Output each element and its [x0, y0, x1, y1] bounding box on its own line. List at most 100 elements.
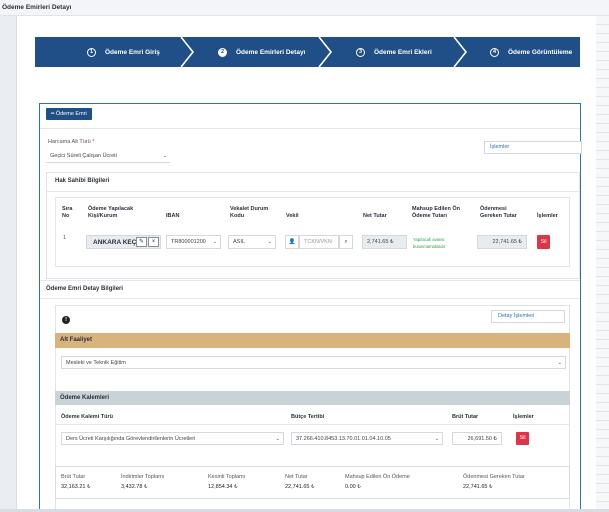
divider: [40, 128, 580, 129]
butce-select[interactable]: 37.266.410.8453.13.70.01.01.04.10.05 ⌄: [291, 432, 443, 445]
mahsup-note: Yapılacak avansı bulunmamaktadır: [413, 237, 446, 249]
th-vekalet: Vekalet Durum Kodu: [230, 206, 269, 219]
chevron-down-icon: ⌄: [557, 360, 562, 366]
harcama-select[interactable]: Geçici Süreli Çalışan Ücreti ⌄: [46, 151, 170, 163]
summary-indirimler: İndirimler Toplamı 3,432.78 ₺: [121, 472, 164, 492]
alt-faaliyet-value: Mesleki ve Teknik Eğitim: [66, 360, 126, 366]
th-odenmesi: Ödenmesi Gereken Tutar: [480, 206, 517, 219]
odeme-emri-button-label: Ödeme Emri: [55, 111, 87, 117]
islemler-button[interactable]: İşlemler: [484, 141, 582, 154]
summary-label: Kesinti Toplamı: [208, 474, 246, 480]
chevron-down-icon: ⌄: [212, 239, 217, 245]
step-number: 4: [490, 47, 499, 57]
delete-kalem-button[interactable]: Sil: [516, 432, 529, 445]
close-icon: ×: [151, 239, 156, 245]
th-butce: Bütçe Tertibi: [291, 414, 325, 420]
page-title: Ödeme Emirleri Detayı: [2, 4, 72, 11]
lira-icon: ₺: [489, 484, 493, 490]
chevron-down-icon: ⌄: [275, 436, 280, 442]
lira-icon: ₺: [518, 239, 523, 245]
th-kalem-islemler: İşlemler: [513, 414, 534, 420]
step-1[interactable]: 1 Ödeme Emri Giriş: [87, 37, 160, 67]
top-bar: Ödeme Emirleri Detayı: [0, 0, 609, 16]
hak-sahibi-title: Hak Sahibi Bilgileri: [55, 178, 110, 184]
alt-faaliyet-header: Alt Faaliyet: [55, 333, 570, 348]
lira-icon: ₺: [493, 436, 498, 442]
summary-value: 12,854.34: [208, 484, 233, 490]
net-tutar-field: 2,741.65 ₺: [362, 235, 407, 249]
info-icon: !: [62, 316, 70, 324]
divider: [40, 298, 580, 299]
vekil-placeholder: TCKN/VKN: [304, 239, 332, 245]
wizard-stepper: 1 Ödeme Emri Giriş 2 Ödeme Emirleri Deta…: [35, 37, 580, 67]
summary-label: Net Tutar: [285, 474, 308, 480]
divider: [55, 424, 570, 425]
summary-kesinti: Kesinti Toplamı 12,854.34 ₺: [208, 472, 245, 492]
chevron-down-icon: ⌄: [267, 239, 272, 245]
harcama-value: Geçici Süreli Çalışan Ücreti: [50, 153, 117, 159]
step-number: 2: [218, 47, 227, 57]
step-number: 3: [356, 47, 365, 57]
edit-icon: ✎: [138, 239, 145, 245]
detay-islemleri-button[interactable]: Detay İşlemleri: [491, 310, 565, 323]
summary-value: 0.00: [345, 484, 356, 490]
step-2[interactable]: 2 Ödeme Emirleri Detayı: [218, 37, 305, 67]
th-kalem-turu: Ödeme Kalemi Türü: [61, 414, 113, 420]
brut-value: 26,691.50: [467, 436, 492, 442]
vekil-search-button[interactable]: ⌕: [339, 235, 353, 249]
iban-select[interactable]: TR800001200 ⌄: [166, 235, 221, 249]
alt-faaliyet-select[interactable]: Mesleki ve Teknik Eğitim ⌄: [61, 356, 566, 369]
right-panel: [596, 16, 609, 512]
step-label: Ödeme Emri Giriş: [105, 48, 160, 56]
vekalet-value: ASIL: [233, 239, 245, 245]
summary-value: 32,163.21: [61, 484, 86, 490]
step-4[interactable]: 4 Ödeme Görüntüleme: [490, 37, 572, 67]
lira-icon: ₺: [234, 484, 238, 490]
user-plus-icon: 👤: [288, 239, 296, 245]
divider: [40, 280, 580, 281]
th-iban: IBAN: [166, 213, 180, 219]
odeme-emri-button[interactable]: ━ Ödeme Emri: [46, 108, 92, 120]
detay-islemleri-label: Detay İşlemleri: [498, 313, 535, 319]
summary-value: 22,741.65: [463, 484, 488, 490]
required-mark: *: [92, 139, 95, 145]
lira-icon: ₺: [389, 239, 394, 245]
step-label: Ödeme Görüntüleme: [508, 48, 573, 56]
step-label: Ödeme Emirleri Detayı: [236, 48, 306, 56]
edit-button[interactable]: ✎: [136, 237, 147, 247]
vekil-user-button[interactable]: 👤: [285, 235, 299, 249]
kalem-turu-value: Ders Ücreti Karşılığında Görevlendirilen…: [66, 436, 196, 442]
odenmesi-value: 22,741.65: [492, 239, 517, 245]
chevron-separator-icon: [318, 37, 332, 67]
vekalet-select[interactable]: ASIL ⌄: [228, 235, 276, 249]
summary-label: Ödenmesi Gereken Tutar: [463, 474, 525, 480]
th-sira: Sıra No: [62, 206, 73, 219]
step-number: 1: [87, 47, 96, 57]
detay-title: Ödeme Emri Detay Bilgileri: [46, 286, 124, 292]
brut-input[interactable]: 26,691.50 ₺: [452, 432, 502, 445]
harcama-label-text: Harcama Alt Türü: [48, 139, 91, 145]
search-icon: ⌕: [344, 239, 348, 245]
clear-button[interactable]: ×: [148, 237, 159, 247]
lira-icon: ₺: [87, 484, 91, 490]
summary-net: Net Tutar 22,741.65 ₺: [285, 472, 315, 492]
kalemleri-header: Ödeme Kalemleri: [55, 391, 570, 405]
chevron-separator-icon: [453, 37, 467, 67]
step-3[interactable]: 3 Ödeme Emri Ekleri: [356, 37, 432, 67]
step-label: Ödeme Emri Ekleri: [374, 48, 432, 56]
lira-icon: ₺: [357, 484, 361, 490]
summary-mahsup: Mahsup Edilen Ön Ödeme 0.00 ₺: [345, 472, 410, 492]
th-kisi: Ödeme Yapılacak Kişi/Kurum: [88, 206, 134, 219]
vekil-input[interactable]: TCKN/VKN: [299, 235, 339, 249]
odenmesi-field: 22,741.65 ₺: [477, 235, 527, 249]
kalem-turu-select[interactable]: Ders Ücreti Karşılığında Görevlendirilen…: [61, 432, 284, 445]
th-mahsup: Mahsup Edilen Ön Ödeme Tutarı: [412, 206, 460, 219]
delete-row-button[interactable]: Sil: [537, 235, 550, 249]
th-net: Net Tutar: [363, 213, 387, 219]
divider: [46, 191, 580, 192]
summary-value: 3,432.78: [121, 484, 143, 490]
chevron-down-icon: ⌄: [162, 153, 167, 159]
lira-icon: ₺: [311, 484, 315, 490]
chevron-separator-icon: [180, 37, 194, 67]
summary-label: Brüt Tutar: [61, 474, 86, 480]
